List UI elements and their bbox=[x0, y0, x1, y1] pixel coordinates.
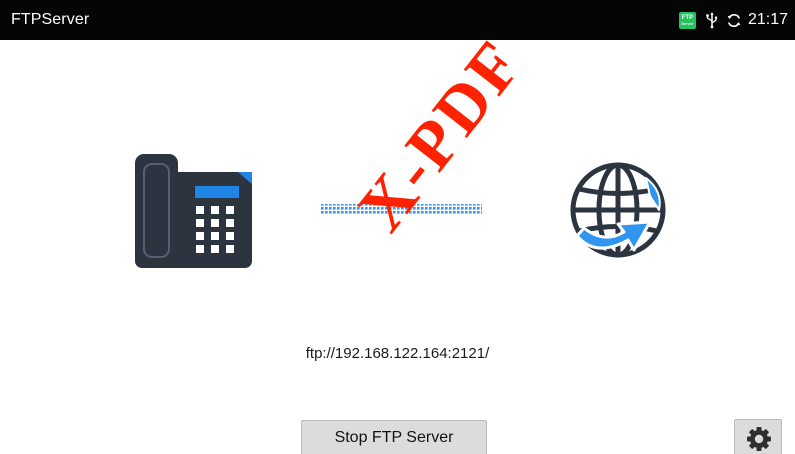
desk-phone-icon bbox=[135, 154, 252, 268]
settings-button[interactable] bbox=[734, 419, 782, 454]
status-icons: FTP Server 21:17 bbox=[678, 11, 788, 29]
status-bar: FTPServer FTP Server 21:17 bbox=[0, 0, 795, 40]
usb-icon bbox=[706, 11, 718, 28]
globe-icon bbox=[570, 162, 666, 258]
stop-ftp-server-button[interactable]: Stop FTP Server bbox=[301, 420, 487, 454]
server-address: ftp://192.168.122.164:2121/ bbox=[305, 345, 490, 362]
gear-icon bbox=[747, 427, 771, 451]
ftp-server-screen: FTPServer FTP Server 21:17 X-PDF ftp://1… bbox=[0, 0, 795, 454]
status-clock: 21:17 bbox=[747, 11, 788, 28]
sync-icon bbox=[727, 13, 741, 27]
ftp-server-icon: FTP Server bbox=[678, 11, 696, 29]
app-title: FTPServer bbox=[11, 11, 90, 28]
ftp-badge-sublabel: Server bbox=[681, 20, 694, 26]
